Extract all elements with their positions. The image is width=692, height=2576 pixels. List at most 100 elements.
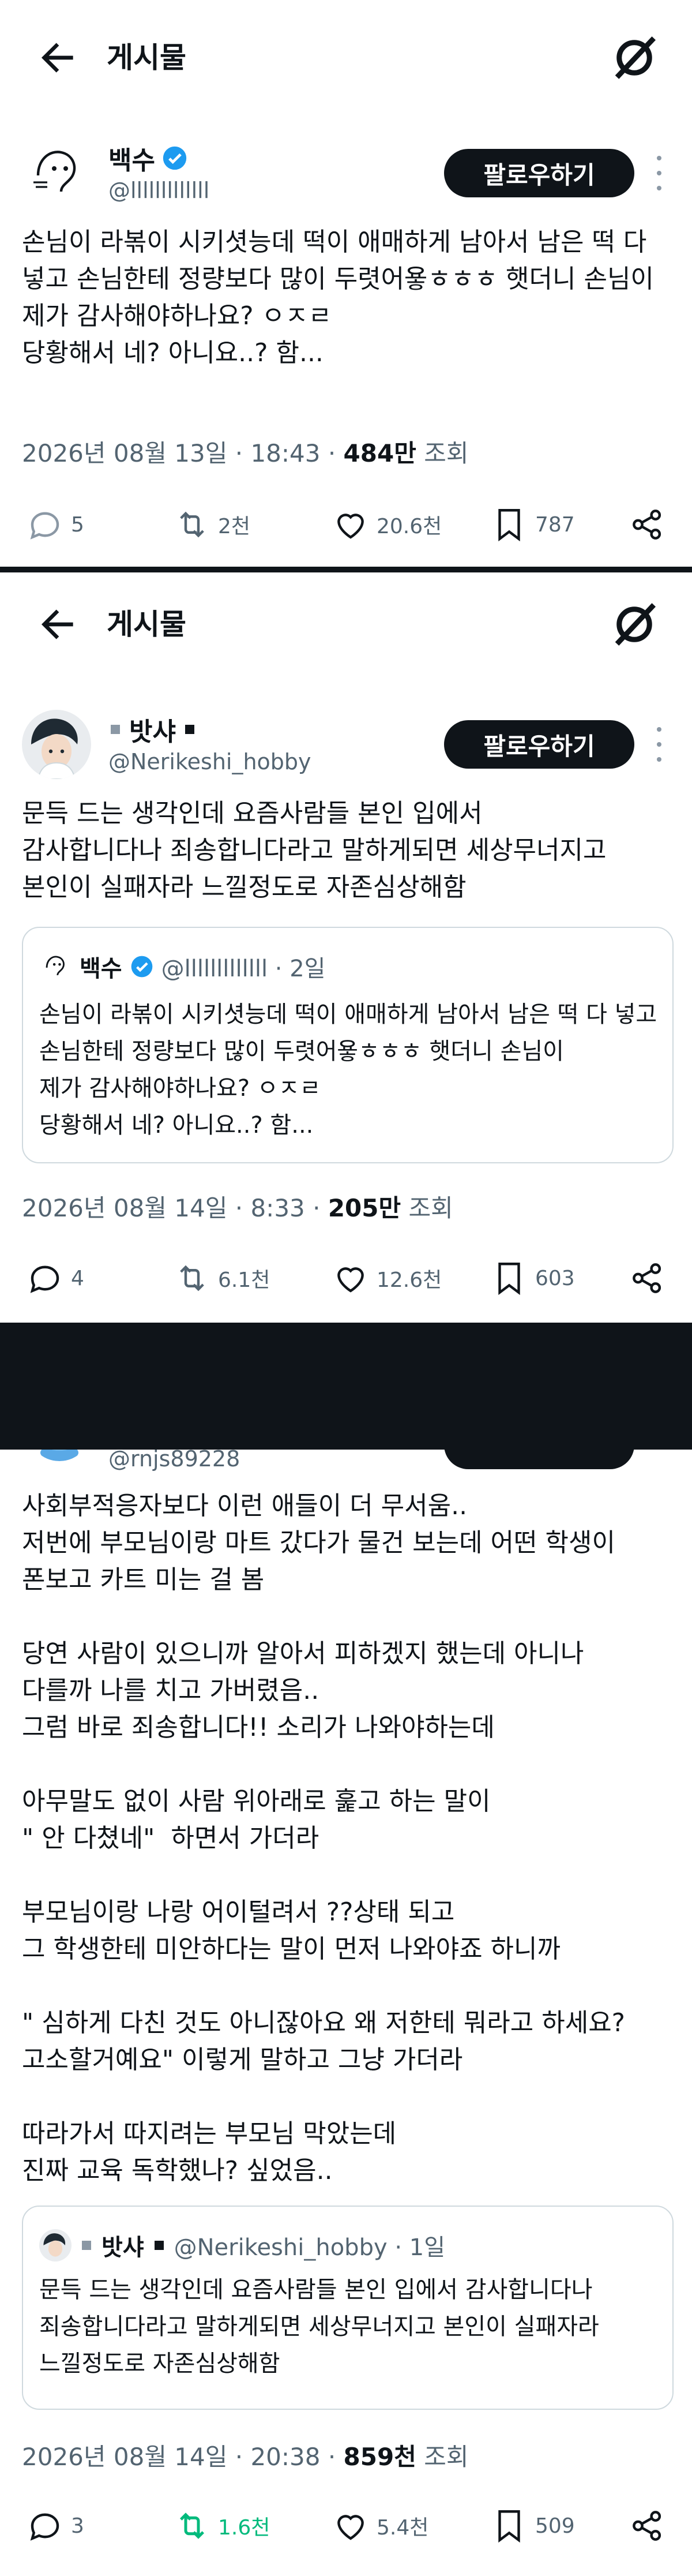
- bookmark-count: 603: [535, 1266, 575, 1290]
- post-text: 손님이 라볶이 시키셧능데 떡이 애매하게 남아서 남은 떡 다 넣고 손님한테…: [22, 227, 654, 368]
- post-date: 2026년 08월 14일 · 20:38 ·: [22, 2443, 344, 2471]
- avatar[interactable]: [22, 138, 91, 208]
- post-meta: 2026년 08월 14일 · 20:38 · 859천 조회: [22, 2438, 469, 2473]
- repost-count: 1.6천: [218, 2516, 270, 2540]
- like-icon: [337, 2515, 364, 2540]
- reply-button[interactable]: 3: [26, 2500, 84, 2552]
- avatar[interactable]: [28, 1450, 91, 1461]
- share-button[interactable]: [629, 2500, 667, 2552]
- x-logo-icon[interactable]: [608, 32, 660, 84]
- like-icon: [337, 1267, 364, 1293]
- quote-author-name: 밧샤: [101, 2234, 144, 2261]
- share-icon: [633, 1263, 661, 1293]
- like-button[interactable]: 20.6천: [332, 499, 442, 551]
- share-icon: [633, 2511, 661, 2541]
- reply-button[interactable]: 4: [26, 1252, 84, 1304]
- author-name[interactable]: 백수: [108, 140, 187, 177]
- like-button[interactable]: 12.6천: [332, 1252, 442, 1304]
- square-mark-icon: [185, 725, 194, 734]
- quote-avatar: [39, 2229, 72, 2262]
- repost-icon: [180, 1265, 204, 1291]
- square-mark-icon: [82, 2241, 91, 2250]
- post-text: 사회부적응자보다 이런 애들이 더 무서움.. 저번에 부모님이랑 마트 갔다가…: [22, 1491, 626, 2185]
- like-count: 12.6천: [377, 1268, 442, 1292]
- quoted-post[interactable]: 백수 @lllllllllllll · 2일 손님이 라볶이 시키셧능데 떡이 …: [22, 927, 674, 1163]
- verified-icon: [131, 956, 152, 978]
- author-handle[interactable]: @Nerikeshi_hobby: [108, 749, 311, 774]
- post-meta: 2026년 08월 14일 · 8:33 · 205만 조회: [22, 1189, 453, 1224]
- share-button[interactable]: [629, 499, 667, 551]
- reply-icon: [30, 1265, 59, 1293]
- page-title: 게시물: [107, 41, 186, 74]
- quote-header: 백수 @lllllllllllll · 2일: [39, 950, 325, 983]
- quote-text: 손님이 라볶이 시키셧능데 떡이 애매하게 남아서 남은 떡 다 넣고 손님한테…: [39, 1001, 657, 1139]
- back-arrow-icon[interactable]: [35, 601, 81, 647]
- bookmark-button[interactable]: 787: [490, 499, 575, 551]
- quote-author-name: 백수: [80, 956, 122, 982]
- repost-count: 2천: [218, 515, 251, 538]
- verified-icon: [163, 146, 187, 170]
- author-handle[interactable]: @rnjs89228: [108, 1450, 240, 1472]
- reply-icon: [30, 512, 59, 540]
- quote-text: 문득 드는 생각인데 요즘사람들 본인 입에서 감사합니다나 죄송합니다라고 말…: [39, 2277, 599, 2377]
- repost-icon: [179, 2513, 205, 2539]
- bookmark-icon: [498, 1263, 520, 1296]
- x-logo-icon[interactable]: [608, 598, 660, 650]
- share-icon: [633, 510, 661, 540]
- bookmark-icon: [498, 509, 520, 542]
- quote-avatar: [39, 950, 72, 983]
- author-handle[interactable]: @lllllllllllll: [108, 178, 209, 203]
- bookmark-button[interactable]: 603: [490, 1252, 575, 1304]
- view-label: 조회: [401, 1194, 453, 1222]
- bookmark-count: 509: [535, 2514, 575, 2538]
- reply-count: 3: [71, 2514, 84, 2538]
- post-panel-1: 게시물 백수 @lllllllllllll 팔로우하기 손님이 라볶이 시키셧능…: [0, 0, 692, 567]
- quoted-post[interactable]: 밧샤 @Nerikeshi_hobby · 1일 문득 드는 생각인데 요즘사람…: [22, 2206, 674, 2410]
- follow-button[interactable]: 팔로우하기: [444, 720, 634, 769]
- quote-author-handle: @lllllllllllll · 2일: [161, 956, 326, 982]
- post-date: 2026년 08월 13일 · 18:43 ·: [22, 439, 344, 467]
- square-mark-icon: [154, 2241, 164, 2250]
- repost-count: 6.1천: [218, 1268, 270, 1292]
- view-label: 조회: [416, 439, 469, 467]
- repost-button[interactable]: 2천: [173, 499, 250, 551]
- repost-button[interactable]: 1.6천: [173, 2500, 270, 2552]
- post-panel-2: 게시물 밧샤 @Nerikeshi_hobby 팔로우하기 문득 드는 생각인데…: [0, 572, 692, 1323]
- reply-button[interactable]: 5: [26, 499, 84, 551]
- follow-button[interactable]: [444, 1450, 634, 1469]
- reply-count: 5: [71, 512, 84, 537]
- bookmark-button[interactable]: 509: [490, 2500, 575, 2552]
- repost-button[interactable]: 6.1천: [173, 1252, 270, 1304]
- more-icon[interactable]: [650, 156, 668, 190]
- like-icon: [337, 514, 364, 539]
- like-count: 20.6천: [377, 515, 442, 538]
- reply-icon: [30, 2513, 59, 2541]
- action-row: 3 1.6천 5.4천 509: [0, 2500, 692, 2552]
- screenshot-divider: [0, 1323, 692, 1450]
- action-row: 4 6.1천 12.6천 603: [0, 1252, 692, 1304]
- post-date: 2026년 08월 14일 · 8:33 ·: [22, 1194, 328, 1222]
- bookmark-count: 787: [535, 512, 575, 537]
- square-mark-icon: [111, 725, 120, 734]
- share-button[interactable]: [629, 1252, 667, 1304]
- like-button[interactable]: 5.4천: [332, 2500, 428, 2552]
- view-label: 조회: [416, 2443, 469, 2471]
- screenshot-divider: [0, 567, 692, 572]
- bookmark-icon: [498, 2510, 520, 2543]
- avatar[interactable]: [22, 710, 91, 779]
- view-count: 484만: [343, 439, 416, 467]
- view-count: 859천: [343, 2443, 416, 2471]
- quote-author-handle: @Nerikeshi_hobby · 1일: [174, 2234, 446, 2261]
- more-icon[interactable]: [650, 727, 668, 762]
- top-bar: 게시물: [0, 572, 692, 688]
- post-panel-3: @rnjs89228 사회부적응자보다 이런 애들이 더 무서움.. 저번에 부…: [0, 1450, 692, 2576]
- repost-icon: [180, 511, 204, 538]
- quote-header: 밧샤 @Nerikeshi_hobby · 1일: [39, 2229, 445, 2262]
- view-count: 205만: [328, 1194, 401, 1222]
- back-arrow-icon[interactable]: [35, 35, 81, 81]
- reply-count: 4: [71, 1266, 84, 1290]
- author-name[interactable]: 밧샤: [108, 711, 197, 748]
- page-title: 게시물: [107, 608, 186, 641]
- like-count: 5.4천: [377, 2516, 429, 2540]
- follow-button[interactable]: 팔로우하기: [444, 149, 634, 197]
